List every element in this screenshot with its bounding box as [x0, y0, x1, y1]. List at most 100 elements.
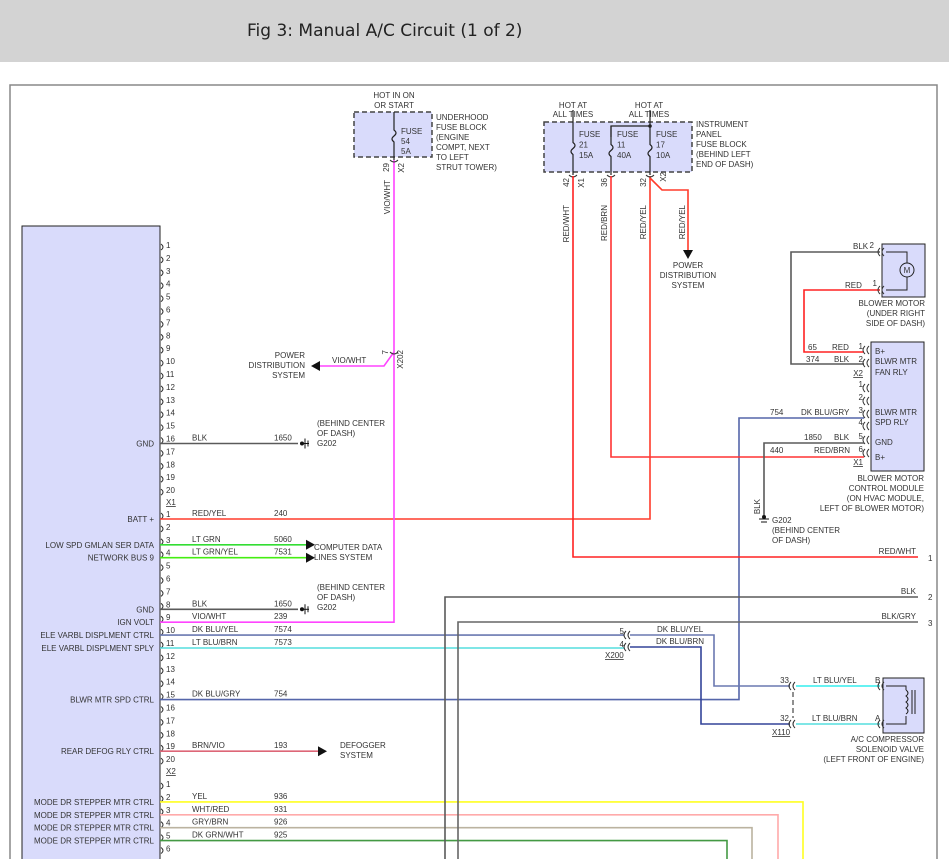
module-pin-icon [160, 641, 164, 649]
module-pin-icon [160, 321, 164, 328]
fuse-label: FUSE [401, 127, 422, 136]
module-pin-icon [160, 693, 164, 700]
connector-pin-icon [623, 642, 631, 652]
motor-icon: M [904, 266, 911, 275]
fuse-label: 5A [401, 147, 411, 156]
module-pin-icon [160, 411, 164, 419]
module-pin-icon [160, 719, 164, 726]
module-terminal-label: BLWR MTR [875, 357, 917, 366]
module-pin-number: 9 [166, 344, 171, 353]
fuse-label: 54 [401, 137, 410, 146]
module-pin-icon [160, 795, 164, 803]
pin-number: 2 [870, 241, 875, 250]
module-pin-number: 3 [166, 806, 171, 815]
hot-label: HOT AT [559, 101, 587, 110]
module-function-label: LOW SPD GMLAN SER DATA [45, 541, 154, 550]
pin-number: 29 [382, 162, 391, 171]
ground-location-label: (BEHIND CENTER [772, 526, 840, 535]
pin-number: 4 [620, 640, 625, 649]
wire-color-label: RED/BRN [814, 446, 850, 455]
component-location-label: UNDERHOOD [436, 113, 489, 122]
pin-number: 2 [928, 593, 933, 602]
module-wire [160, 839, 728, 859]
ground-location-label: OF DASH) [317, 429, 356, 438]
connector-pin-icon [862, 383, 870, 393]
module-pin-number: 20 [166, 486, 175, 495]
connector-label: X1 [577, 177, 586, 187]
ground-location-label: G202 [317, 603, 337, 612]
module-pin-number: 15 [166, 691, 175, 700]
arrow-right-icon [318, 746, 327, 757]
module-pin-number: 19 [166, 473, 175, 482]
component-location-label: COMPT, NEXT [436, 143, 490, 152]
wire-color-label: RED/BRN [600, 205, 609, 241]
wire-color-label: BRN/VIO [192, 741, 225, 750]
module-pin-icon [160, 602, 164, 610]
module-pin-number: 3 [166, 536, 171, 545]
connector-pin-icon [862, 409, 870, 419]
module-pin-number: 6 [166, 575, 171, 584]
module-pin-icon [160, 398, 164, 406]
module-connector-label: X2 [166, 767, 176, 776]
module-pin-icon [160, 346, 164, 354]
component-location-label: (BEHIND LEFT [696, 150, 751, 159]
wire-color-label: VIO/WHT [383, 180, 392, 214]
module-pin-icon [160, 295, 164, 302]
pin-number: 42 [562, 177, 571, 186]
module-terminal-label: GND [875, 438, 893, 447]
module-pin-icon [160, 512, 164, 520]
wire-color-label: LT BLU/BRN [812, 714, 858, 723]
ground-location-label: (BEHIND CENTER [317, 583, 385, 592]
wire-circuit-number: 65 [808, 343, 817, 352]
module-pin-icon [160, 782, 164, 790]
module-pin-icon [160, 744, 164, 752]
module-pin-icon [160, 282, 164, 290]
component-name: BLOWER MOTOR [857, 474, 924, 483]
module-pin-number: 5 [166, 832, 171, 841]
module-pin-number: 13 [166, 396, 175, 405]
wire-color-label: VIO/WHT [192, 612, 226, 621]
destination-label: SYSTEM [672, 281, 705, 290]
module-wire [160, 801, 804, 859]
wire-color-label: DK BLU/YEL [657, 625, 704, 634]
fuse-label: 21 [579, 141, 588, 150]
module-pin-icon [160, 834, 164, 841]
module-pin-icon [160, 437, 164, 444]
connector-label: X2 [659, 171, 668, 181]
module-pin-number: 18 [166, 729, 175, 738]
pin-number: 36 [600, 177, 609, 186]
ground-location-label: (BEHIND CENTER [317, 419, 385, 428]
component-location-label: PANEL [696, 130, 722, 139]
wire-color-label: BLK [853, 242, 869, 251]
destination-label: POWER [275, 351, 305, 360]
module-function-label: BLWR MTR SPD CTRL [70, 696, 154, 705]
module-pin-number: 14 [166, 409, 175, 418]
ground-icon [762, 515, 766, 519]
connector-pin-icon [862, 421, 870, 431]
wire-color-label: BLK [192, 434, 208, 443]
module-wire [160, 813, 779, 859]
wire-circuit-number: 754 [274, 690, 288, 699]
module-pin-icon [160, 615, 164, 623]
module-function-label: GND [136, 440, 154, 449]
module-pin-number: 20 [166, 755, 175, 764]
wire-circuit-number: 754 [770, 408, 784, 417]
wire-color-label: DK BLU/YEL [192, 625, 239, 634]
module-wire [160, 417, 864, 701]
pin-number: 1 [873, 279, 878, 288]
module-pin-number: 10 [166, 626, 175, 635]
module-pin-icon [160, 731, 164, 739]
destination-label: SYSTEM [340, 751, 373, 760]
destination-label: POWER [673, 261, 703, 270]
module-pin-number: 3 [166, 267, 171, 276]
module-function-label: NETWORK BUS 9 [88, 554, 155, 563]
module-pin-icon [160, 308, 164, 315]
module-pin-icon [160, 538, 164, 546]
module-pin-icon [160, 372, 164, 380]
module-pin-icon [160, 488, 164, 496]
wire-color-label: BLK [834, 433, 850, 442]
module-pin-number: 2 [166, 793, 171, 802]
module-pin-number: 7 [166, 318, 171, 327]
module-function-label: ELE VARBL DISPLMENT CTRL [40, 631, 154, 640]
wire-color-label: BLK [192, 599, 208, 608]
